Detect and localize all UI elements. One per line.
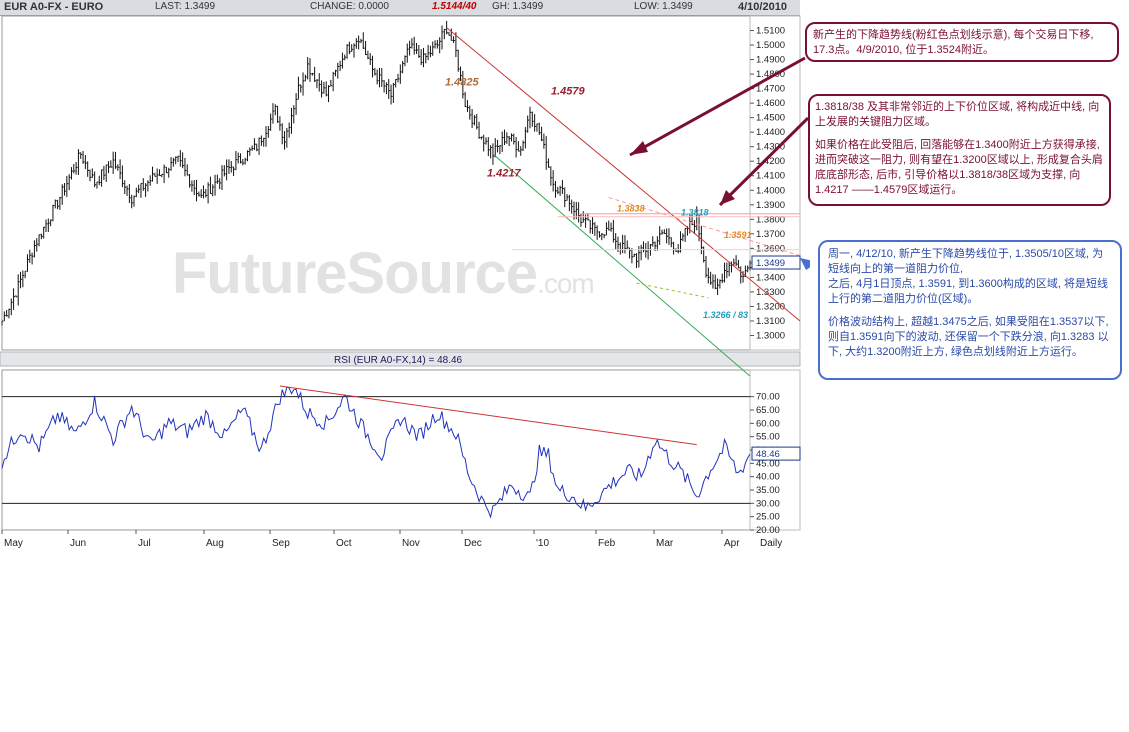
xtick-label: Oct [336, 538, 352, 549]
rsi-panel-frame [1, 369, 751, 531]
xtick-label: May [4, 538, 23, 549]
chart-canvas: RSI (EUR A0-FX,14) = 48.46 1.5100 1.5000 1.… [0, 15, 810, 549]
price-ytick-label: 1.3600 [756, 243, 785, 254]
price-panel-frame [1, 15, 751, 351]
rsi-ytick-label: 20.00 [756, 525, 780, 536]
xtick-label: Aug [206, 538, 224, 549]
xtick-label: Jul [138, 538, 151, 549]
xtick-label: Sep [272, 538, 290, 549]
annotation-text-2a: 1.3818/38 及其非常邻近的上下价位区域, 将构成近中线, 向上发展的关键… [815, 101, 1100, 128]
annotation-text-3c: 价格波动结构上, 超越1.3475之后, 如果受阻在1.3537以下, 则自1.… [828, 316, 1109, 358]
annotation-text-3b: 之后, 4月1日顶点, 1.3591, 到1.3600构成的区域, 将是短线上行… [828, 278, 1108, 305]
price-last-value: 1.3499 [756, 258, 785, 269]
price-ytick-label: 1.3100 [756, 316, 785, 327]
arrow-head-1 [630, 141, 648, 155]
price-annotation-label: 1.4217 [487, 167, 522, 179]
xtick-label: Jun [70, 538, 86, 549]
price-ytick-label: 1.3200 [756, 301, 785, 312]
rsi-ytick-label: 40.00 [756, 472, 780, 483]
price-ytick-label: 1.5100 [756, 26, 785, 37]
rsi-ytick-label: 30.00 [756, 498, 780, 509]
price-annotation-label: 1.4825 [445, 77, 480, 89]
rsi-line [1, 386, 751, 519]
rsi-ytick-label: 70.00 [756, 392, 780, 403]
rsi-ytick-label: 35.00 [756, 485, 780, 496]
rsi-title: RSI (EUR A0-FX,14) = 48.46 [334, 355, 463, 366]
xtick-label: Nov [402, 538, 420, 549]
rsi-last-value: 48.46 [756, 449, 780, 460]
support-line-green [492, 153, 751, 377]
rsi-ytick-label: 55.00 [756, 432, 780, 443]
rsi-ytick-label: 25.00 [756, 512, 780, 523]
price-annotation-label: 1.4579 [551, 85, 586, 97]
annotation-text-1: 新产生的下降趋势线(粉红色点划线示意), 每个交易日下移, 17.3点。4/9/… [813, 29, 1094, 56]
annotation-box-trendline: 新产生的下降趋势线(粉红色点划线示意), 每个交易日下移, 17.3点。4/9/… [805, 22, 1119, 62]
annotation-box-outlook: 周一, 4/12/10, 新产生下降趋势线位于, 1.3505/10区域, 为短… [818, 240, 1122, 380]
price-annotation-label: 1.3591 [724, 230, 752, 240]
arrow-head-3 [800, 258, 810, 270]
price-annotation-label: 1.3838 [617, 203, 645, 213]
price-ytick-label: 1.3000 [756, 330, 785, 341]
xtick-label: Apr [724, 538, 740, 549]
annotation-text-2b: 如果价格在此受阻后, 回落能够在1.3400附近上方获得承接, 进而突破这一阻力… [815, 139, 1103, 196]
xtick-label: Feb [598, 538, 616, 549]
price-ytick-label: 1.4700 [756, 84, 785, 95]
price-ytick-label: 1.4600 [756, 98, 785, 109]
price-annotation-label: 1.3818 [681, 208, 709, 218]
price-annotation-label: 1.3266 / 83 [703, 310, 748, 320]
price-ytick-label: 1.4900 [756, 55, 785, 66]
rsi-trendline [279, 385, 697, 446]
green-dotted-line [636, 282, 709, 299]
price-ytick-label: 1.5000 [756, 40, 785, 51]
price-ytick-label: 1.4400 [756, 127, 785, 138]
price-ytick-label: 1.4000 [756, 185, 785, 196]
rsi-ytick-label: 60.00 [756, 418, 780, 429]
xtick-label: Daily [760, 538, 782, 549]
price-ytick-label: 1.4100 [756, 171, 785, 182]
xtick-label: Mar [656, 538, 674, 549]
annotation-box-resistance: 1.3818/38 及其非常邻近的上下价位区域, 将构成近中线, 向上发展的关键… [808, 94, 1111, 206]
price-ytick-label: 1.3900 [756, 200, 785, 211]
xtick-label: Dec [464, 538, 482, 549]
price-ytick-label: 1.3700 [756, 229, 785, 240]
rsi-ytick-label: 65.00 [756, 405, 780, 416]
annotation-text-3a: 周一, 4/12/10, 新产生下降趋势线位于, 1.3505/10区域, 为短… [828, 248, 1104, 275]
xtick-label: '10 [536, 538, 549, 549]
price-ytick-label: 1.3400 [756, 272, 785, 283]
price-ytick-label: 1.3800 [756, 214, 785, 225]
price-ytick-label: 1.4500 [756, 113, 785, 124]
